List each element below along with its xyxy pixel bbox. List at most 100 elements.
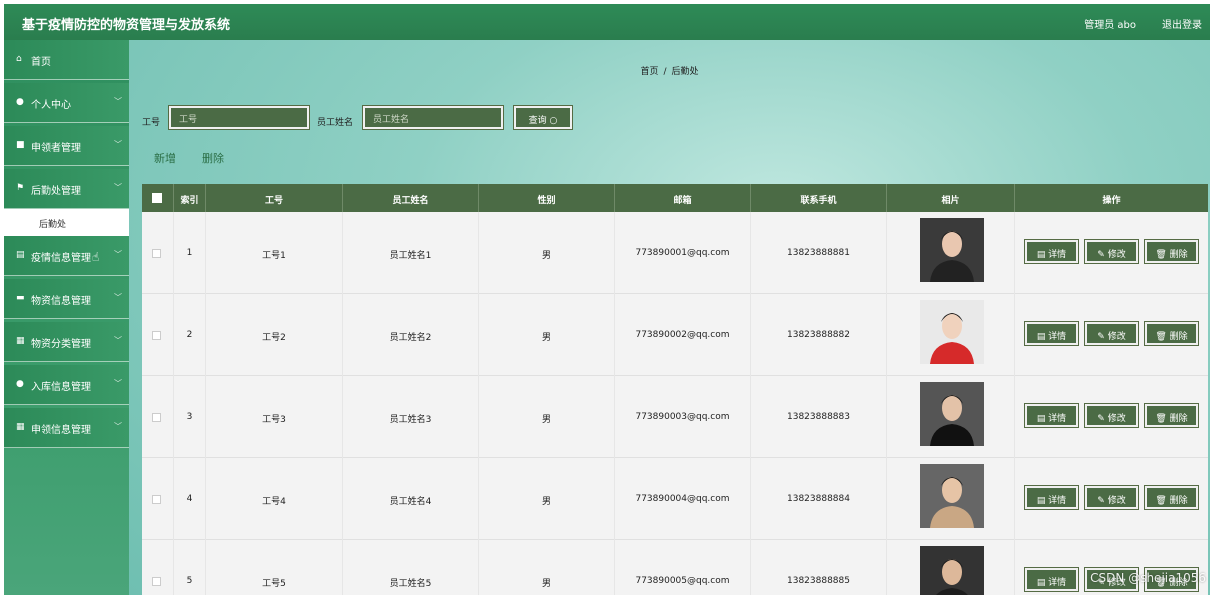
cell-gender: 男 <box>479 376 615 458</box>
breadcrumb-home[interactable]: 首页 <box>640 67 658 77</box>
sidebar-item-personal-center[interactable]: ● 个人中心 ﹀ <box>4 83 129 123</box>
sidebar-item-home[interactable]: ⌂ 首页 <box>4 40 129 80</box>
chevron-down-icon: ﹀ <box>114 379 122 388</box>
delete-button[interactable]: 删除 <box>202 150 224 166</box>
mouse-pointer-icon: ☝ <box>92 250 100 264</box>
cell-gender-text: 男 <box>541 333 551 343</box>
detail-button[interactable]: ▤ 详情 <box>1024 567 1079 592</box>
cell-id: 工号3 <box>206 376 343 458</box>
row-delete-button[interactable]: 🗑 删除 <box>1144 239 1199 264</box>
current-user[interactable]: 管理员 abo <box>1084 16 1136 31</box>
row-checkbox[interactable] <box>152 413 161 422</box>
cell-gender: 男 <box>479 540 615 595</box>
detail-button[interactable]: ▤ 详情 <box>1024 485 1079 510</box>
row-delete-button[interactable]: 🗑 删除 <box>1144 403 1199 428</box>
employee-photo[interactable] <box>920 546 984 595</box>
cell-index: 1 <box>174 212 206 294</box>
cell-name-text: 员工姓名1 <box>389 251 432 261</box>
cell-email-text: 773890001@qq.com <box>635 248 730 258</box>
chevron-down-icon: ﹀ <box>114 250 122 259</box>
row-checkbox[interactable] <box>152 495 161 504</box>
employee-id-input[interactable]: 工号 <box>168 105 310 130</box>
cell-email: 773890003@qq.com <box>615 376 751 458</box>
row-checkbox[interactable] <box>152 249 161 258</box>
cell-name-text: 员工姓名2 <box>389 333 432 343</box>
edit-button[interactable]: ✎ 修改 <box>1084 321 1139 346</box>
edit-button[interactable]: ✎ 修改 <box>1084 485 1139 510</box>
cell-gender-text: 男 <box>541 497 551 507</box>
cell-index: 3 <box>174 376 206 458</box>
cell-id: 工号4 <box>206 458 343 540</box>
detail-button[interactable]: ▤ 详情 <box>1024 403 1079 428</box>
row-select-cell <box>142 458 174 540</box>
watermark: CSDN @shejia1056 <box>1090 571 1206 585</box>
cell-gender: 男 <box>479 294 615 376</box>
cell-id: 工号5 <box>206 540 343 595</box>
sidebar-item-application-info[interactable]: ▦ 申领信息管理 ﹀ <box>4 408 129 448</box>
row-delete-button[interactable]: 🗑 删除 <box>1144 485 1199 510</box>
cell-index: 2 <box>174 294 206 376</box>
sidebar-item-label: 后勤处管理 <box>31 186 81 197</box>
cell-gender-text: 男 <box>541 415 551 425</box>
cell-id-text: 工号4 <box>262 497 286 507</box>
cell-index-text: 1 <box>186 248 193 258</box>
employee-name-label: 员工姓名 <box>317 118 354 128</box>
cell-actions: ▤ 详情 ✎ 修改 🗑 删除 <box>1015 458 1208 540</box>
sidebar-item-label: 疫情信息管理 <box>31 253 91 264</box>
cell-phone-text: 13823888884 <box>787 494 850 504</box>
cell-photo <box>887 540 1015 595</box>
chevron-down-icon: ﹀ <box>114 97 122 106</box>
employee-name-input[interactable]: 员工姓名 <box>362 105 504 130</box>
edit-button[interactable]: ✎ 修改 <box>1084 403 1139 428</box>
sidebar-item-epidemic-info[interactable]: ▤ 疫情信息管理 ﹀ ☝ <box>4 236 129 276</box>
edit-button[interactable]: ✎ 修改 <box>1084 239 1139 264</box>
grid-icon: ▦ <box>16 422 25 432</box>
employee-photo[interactable] <box>920 218 984 282</box>
folder-icon: ■ <box>16 140 25 150</box>
cell-phone: 13823888881 <box>751 212 887 294</box>
user-icon: ● <box>16 97 24 107</box>
sidebar-item-material-info[interactable]: ▬ 物资信息管理 ﹀ <box>4 279 129 319</box>
detail-button[interactable]: ▤ 详情 <box>1024 321 1079 346</box>
sidebar-item-label: 物资信息管理 <box>31 296 91 307</box>
sidebar-item-inbound-info[interactable]: ● 入库信息管理 ﹀ <box>4 365 129 405</box>
employee-photo[interactable] <box>920 382 984 446</box>
cell-id-text: 工号3 <box>262 415 286 425</box>
chevron-down-icon: ﹀ <box>114 183 122 192</box>
row-checkbox[interactable] <box>152 577 161 586</box>
home-icon: ⌂ <box>16 54 22 64</box>
logout-link[interactable]: 退出登录 <box>1162 16 1202 31</box>
row-delete-button[interactable]: 🗑 删除 <box>1144 321 1199 346</box>
app-title: 基于疫情防控的物资管理与发放系统 <box>22 18 231 33</box>
top-header: 基于疫情防控的物资管理与发放系统 管理员 abo 退出登录 <box>4 4 1210 40</box>
sidebar-item-logistics-management[interactable]: ⚑ 后勤处管理 ﹀ <box>4 169 129 209</box>
cell-index-text: 4 <box>186 494 193 504</box>
column-header-actions: 操作 <box>1102 196 1121 206</box>
detail-button[interactable]: ▤ 详情 <box>1024 239 1079 264</box>
row-select-cell <box>142 212 174 294</box>
chevron-down-icon: ﹀ <box>114 140 122 149</box>
cell-index-text: 3 <box>186 412 193 422</box>
add-button[interactable]: 新增 <box>154 150 176 166</box>
sidebar-item-label: 入库信息管理 <box>31 382 91 393</box>
document-icon: ▤ <box>16 250 25 260</box>
cell-email: 773890002@qq.com <box>615 294 751 376</box>
employee-photo[interactable] <box>920 300 984 364</box>
row-checkbox[interactable] <box>152 331 161 340</box>
sidebar-item-applicant-management[interactable]: ■ 申领者管理 ﹀ <box>4 126 129 166</box>
grid-icon: ▦ <box>16 336 25 346</box>
cell-name-text: 员工姓名5 <box>389 579 432 589</box>
cell-actions: ▤ 详情 ✎ 修改 🗑 删除 <box>1015 294 1208 376</box>
search-button[interactable]: 查询 ○ <box>513 105 573 130</box>
flag-icon: ⚑ <box>16 183 25 193</box>
column-header-id: 工号 <box>206 184 343 212</box>
select-all-checkbox[interactable] <box>152 193 162 203</box>
cell-id: 工号2 <box>206 294 343 376</box>
cell-phone-text: 13823888882 <box>787 330 850 340</box>
sidebar-item-material-category[interactable]: ▦ 物资分类管理 ﹀ <box>4 322 129 362</box>
sidebar-subitem-logistics[interactable]: 后勤处 <box>4 209 129 236</box>
chevron-down-icon: ﹀ <box>114 293 122 302</box>
employee-photo[interactable] <box>920 464 984 528</box>
table-row: 3 工号3 员工姓名3 男 773890003@qq.com 13823888883 ▤ 详… <box>142 376 1208 458</box>
cell-id: 工号1 <box>206 212 343 294</box>
